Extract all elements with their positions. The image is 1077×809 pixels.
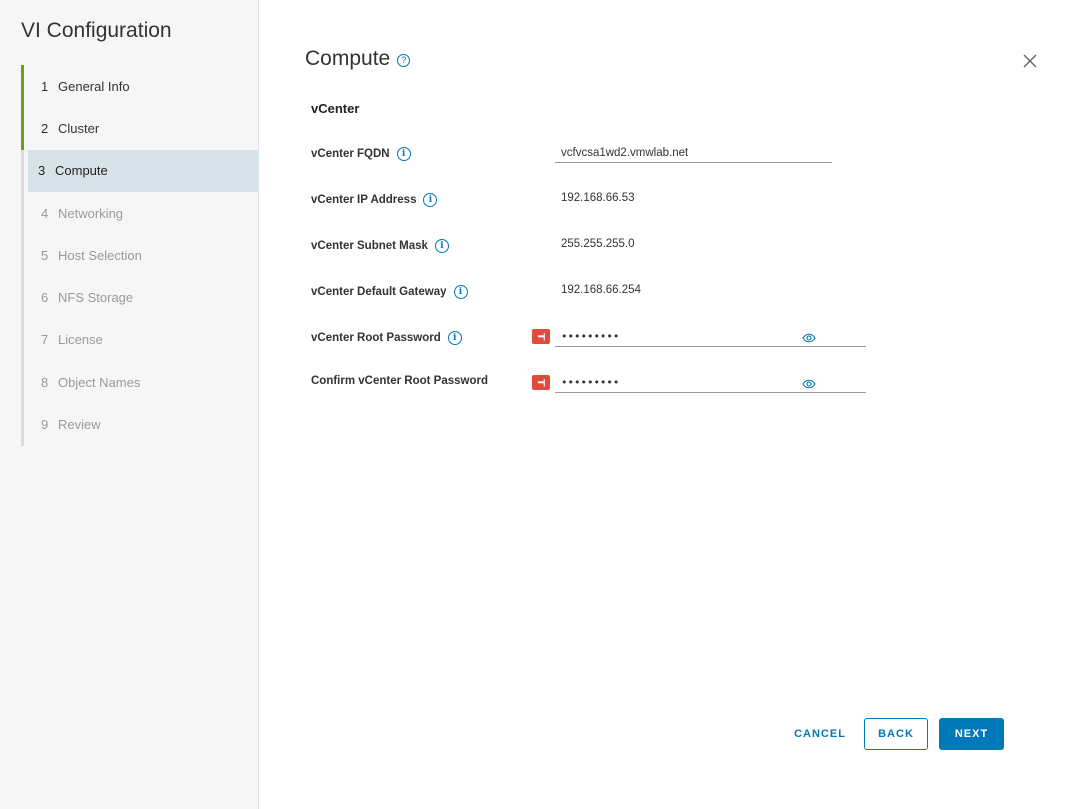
- root-password-row: vCenter Root Password i: [311, 331, 462, 345]
- info-icon[interactable]: i: [434, 239, 449, 253]
- root-password-label-text: vCenter Root Password: [311, 332, 441, 344]
- eye-icon[interactable]: [802, 379, 816, 389]
- step-label: Review: [58, 417, 101, 433]
- question-circle-icon[interactable]: ?: [397, 53, 411, 67]
- cancel-button[interactable]: CANCEL: [784, 718, 856, 750]
- fqdn-label-text: vCenter FQDN: [311, 148, 390, 160]
- step-nfs-storage: 6 NFS Storage: [21, 276, 259, 319]
- step-object-names: 8 Object Names: [21, 361, 259, 404]
- gateway-label-text: vCenter Default Gateway: [311, 286, 447, 298]
- step-compute[interactable]: 3 Compute: [21, 149, 259, 193]
- step-label: Object Names: [58, 374, 141, 390]
- step-number: 1: [41, 78, 49, 94]
- step-host-selection: 5 Host Selection: [21, 234, 259, 277]
- subnet-value: 255.255.255.0: [561, 238, 635, 250]
- step-label: License: [58, 332, 103, 348]
- wizard-title: VI Configuration: [21, 19, 172, 42]
- fqdn-input[interactable]: [555, 143, 832, 163]
- confirm-password-input[interactable]: [555, 373, 866, 393]
- step-label: Networking: [58, 205, 124, 221]
- step-number: 6: [41, 290, 49, 306]
- step-number: 2: [41, 120, 49, 136]
- fqdn-label: vCenter FQDN i: [311, 147, 411, 161]
- step-label: Cluster: [58, 120, 100, 136]
- step-number: 3: [38, 163, 46, 179]
- step-networking: 4 Networking: [21, 191, 259, 235]
- confirm-password-label: Confirm vCenter Root Password: [311, 375, 488, 387]
- step-number: 5: [41, 247, 49, 263]
- step-cluster[interactable]: 2 Cluster: [21, 107, 259, 150]
- wizard-steps: 1 General Info 2 Cluster 3 Compute 4 Net…: [21, 65, 259, 446]
- ip-row: vCenter IP Address i: [311, 193, 438, 207]
- step-license: 7 License: [21, 318, 259, 362]
- info-icon[interactable]: i: [396, 147, 411, 161]
- subnet-label: vCenter Subnet Mask i: [311, 239, 449, 253]
- subnet-label-text: vCenter Subnet Mask: [311, 240, 428, 252]
- fqdn-row: vCenter FQDN i: [311, 147, 411, 161]
- confirm-password-row: Confirm vCenter Root Password: [311, 375, 488, 387]
- root-password-input[interactable]: [555, 327, 866, 347]
- step-number: 8: [41, 374, 49, 390]
- ip-value: 192.168.66.53: [561, 192, 635, 204]
- step-general-info[interactable]: 1 General Info: [21, 65, 259, 108]
- password-manager-icon[interactable]: •••|: [532, 329, 550, 344]
- wizard-sidebar: VI Configuration 1 General Info 2 Cluste…: [0, 0, 259, 809]
- info-icon[interactable]: i: [447, 331, 462, 345]
- info-icon[interactable]: i: [423, 193, 438, 207]
- subnet-row: vCenter Subnet Mask i: [311, 239, 449, 253]
- page-title-text: Compute: [305, 47, 391, 70]
- gateway-label: vCenter Default Gateway i: [311, 285, 468, 299]
- gateway-row: vCenter Default Gateway i: [311, 285, 468, 299]
- root-password-label: vCenter Root Password i: [311, 331, 462, 345]
- step-review: 9 Review: [21, 403, 259, 446]
- password-manager-icon[interactable]: •••|: [532, 375, 550, 390]
- step-label: Compute: [55, 163, 108, 179]
- wizard-content: Compute ? vCenter vCenter FQDN i vCenter…: [259, 0, 1077, 809]
- step-number: 7: [41, 332, 49, 348]
- step-number: 9: [41, 417, 49, 433]
- step-label: Host Selection: [58, 247, 142, 263]
- eye-icon[interactable]: [802, 333, 816, 343]
- next-button[interactable]: NEXT: [939, 718, 1004, 750]
- close-icon[interactable]: [1021, 52, 1039, 70]
- section-title: vCenter: [311, 101, 360, 116]
- step-label: NFS Storage: [58, 290, 134, 306]
- page-title: Compute ?: [305, 47, 411, 71]
- info-icon[interactable]: i: [453, 285, 468, 299]
- gateway-value: 192.168.66.254: [561, 284, 641, 296]
- step-label: General Info: [58, 78, 130, 94]
- back-button[interactable]: BACK: [864, 718, 928, 750]
- ip-label: vCenter IP Address i: [311, 193, 438, 207]
- ip-label-text: vCenter IP Address: [311, 194, 417, 206]
- step-number: 4: [41, 205, 49, 221]
